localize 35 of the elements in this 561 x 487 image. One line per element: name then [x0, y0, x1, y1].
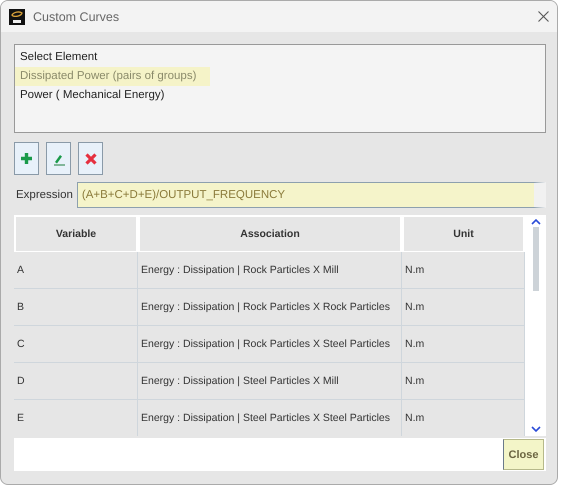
scroll-down-icon[interactable]: [531, 426, 541, 433]
column-header: Variable: [14, 215, 138, 253]
close-button[interactable]: Close: [503, 439, 544, 470]
table-cell: A: [14, 252, 138, 289]
close-icon[interactable]: [538, 11, 549, 22]
plus-icon: [20, 152, 33, 165]
column-header: Association: [138, 215, 402, 253]
table-cell: Energy : Dissipation | Rock Particles X Rock Particles: [138, 289, 402, 326]
table-cell: N.m: [402, 400, 525, 436]
edit-button[interactable]: [46, 142, 71, 175]
window-title: Custom Curves: [33, 10, 120, 24]
table-cell: Energy : Dissipation | Rock Particles X Mill: [138, 252, 402, 289]
table-cell: E: [14, 400, 138, 436]
table-cell: Energy : Dissipation | Steel Particles X Mill: [138, 363, 402, 400]
table-cell: B: [14, 289, 138, 326]
delete-button[interactable]: [78, 142, 103, 175]
table-cell: Energy : Dissipation | Rock Particles X Steel Particles: [138, 326, 402, 363]
table-cell: N.m: [402, 252, 525, 289]
column-header: Unit: [402, 215, 525, 253]
table-cell: D: [14, 363, 138, 400]
add-button[interactable]: [14, 142, 39, 175]
list-item[interactable]: Select Element: [15, 48, 102, 67]
scrollbar-thumb[interactable]: [533, 227, 539, 291]
table-cell: Energy : Dissipation | Steel Particles X Steel Particles: [138, 400, 402, 436]
table-cell: N.m: [402, 289, 525, 326]
cross-icon: [84, 152, 96, 164]
list-item[interactable]: Power ( Mechanical Energy): [15, 86, 170, 105]
scroll-up-icon[interactable]: [531, 218, 541, 225]
app-logo-icon: [9, 8, 25, 24]
list-item[interactable]: Dissipated Power (pairs of groups): [15, 67, 210, 86]
table-cell: N.m: [402, 363, 525, 400]
expression-field[interactable]: (A+B+C+D+E)/OUTPUT_FREQUENCY: [76, 182, 546, 208]
table-cell: C: [14, 326, 138, 363]
table-cell: N.m: [402, 326, 525, 363]
expression-label: Expression: [15, 189, 73, 201]
